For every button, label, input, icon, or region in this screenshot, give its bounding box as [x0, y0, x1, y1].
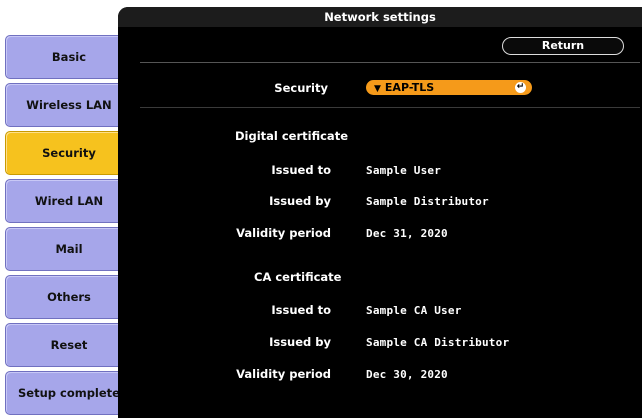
digital-certificate-heading: Digital certificate [235, 129, 348, 143]
ca-issued-by-value: Sample CA Distributor [366, 336, 510, 349]
validity-period-label: Validity period [236, 226, 331, 240]
divider [140, 62, 640, 63]
sidebar-item-label: Mail [55, 242, 83, 256]
sidebar-item-setup-complete[interactable]: Setup complete [5, 371, 133, 415]
issued-to-value: Sample User [366, 164, 442, 177]
issued-by-label: Issued by [269, 194, 331, 208]
sidebar-item-security[interactable]: Security [5, 131, 133, 175]
sidebar-item-label: Basic [51, 50, 87, 64]
security-dropdown[interactable]: ▼ EAP-TLS ↵ [366, 80, 532, 95]
ca-issued-to-label: Issued to [271, 303, 331, 317]
sidebar-item-label: Wired LAN [34, 194, 104, 208]
ca-issued-to-value: Sample CA User [366, 304, 462, 317]
sidebar-item-label: Setup complete [18, 386, 120, 400]
security-value: EAP-TLS [384, 81, 435, 94]
return-button[interactable]: Return [502, 37, 624, 55]
divider [140, 107, 640, 108]
sidebar-item-wired-lan[interactable]: Wired LAN [5, 179, 133, 223]
sidebar-item-label: Reset [50, 338, 88, 352]
ca-validity-period-label: Validity period [236, 367, 331, 381]
sidebar-item-label: Wireless LAN [26, 98, 112, 112]
page-title: Network settings [118, 7, 642, 27]
issued-by-value: Sample Distributor [366, 195, 489, 208]
issued-to-label: Issued to [271, 163, 331, 177]
sidebar-item-reset[interactable]: Reset [5, 323, 133, 367]
ca-certificate-heading: CA certificate [254, 270, 342, 284]
settings-panel: Network settings Return Security ▼ EAP-TL… [118, 7, 642, 418]
enter-icon: ↵ [515, 82, 526, 93]
sidebar-item-label: Others [47, 290, 91, 304]
security-label: Security [274, 81, 328, 95]
ca-issued-by-label: Issued by [269, 335, 331, 349]
ca-validity-period-value: Dec 30, 2020 [366, 368, 448, 381]
sidebar-item-wireless-lan[interactable]: Wireless LAN [5, 83, 133, 127]
sidebar-item-others[interactable]: Others [5, 275, 133, 319]
triangle-down-icon: ▼ [374, 84, 381, 94]
sidebar-item-basic[interactable]: Basic [5, 35, 133, 79]
sidebar-item-label: Security [42, 146, 96, 160]
sidebar-item-mail[interactable]: Mail [5, 227, 133, 271]
validity-period-value: Dec 31, 2020 [366, 227, 448, 240]
